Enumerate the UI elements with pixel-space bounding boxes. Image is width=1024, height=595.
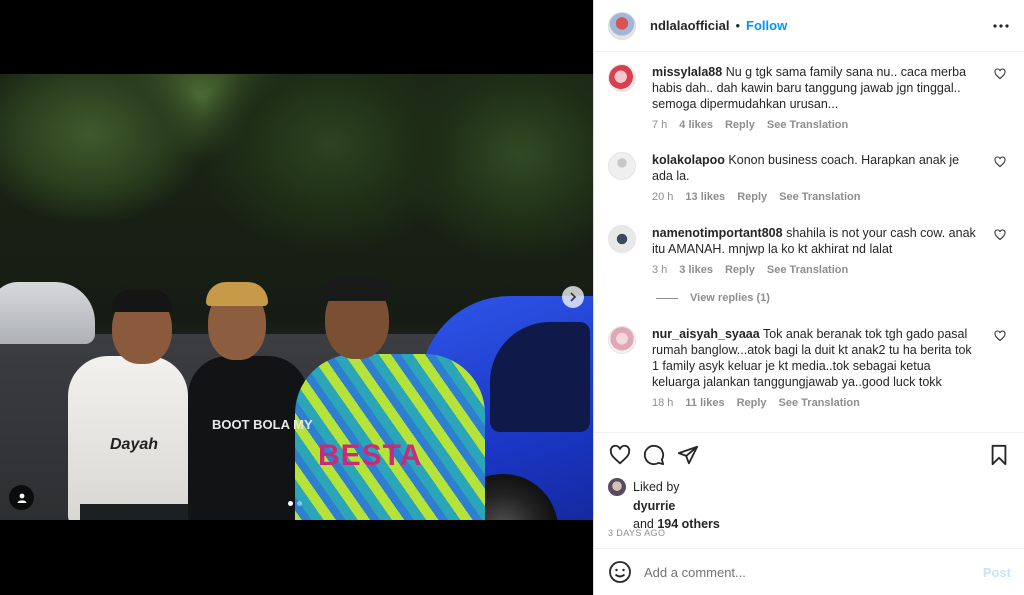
liked-by-label: Liked by (633, 480, 680, 494)
heart-icon[interactable] (994, 68, 1006, 80)
photo-person-1-legs (80, 504, 190, 520)
comment-meta: 7 h 4 likes Reply See Translation (652, 117, 982, 133)
comment-body: missylala88 Nu g tgk sama family sana nu… (652, 64, 982, 133)
liker-avatar[interactable] (608, 478, 626, 496)
comment-translate-button[interactable]: See Translation (767, 117, 848, 133)
comment-body: namenotimportant808 shahila is not your … (652, 225, 982, 278)
post-actions (594, 432, 1024, 477)
user-tags-button[interactable] (9, 485, 34, 510)
comment-time[interactable]: 7 h (652, 117, 667, 133)
post-date[interactable]: 3 DAYS AGO (608, 528, 665, 538)
comment-likes[interactable]: 13 likes (685, 189, 725, 205)
comment-avatar[interactable] (608, 326, 636, 354)
heart-icon[interactable] (994, 330, 1006, 342)
author-username[interactable]: ndlalaofficial (650, 18, 729, 33)
save-button[interactable] (987, 443, 1011, 467)
emoji-icon[interactable] (608, 560, 632, 584)
comment-username[interactable]: kolakolapoo (652, 153, 725, 167)
comment-item: namenotimportant808 shahila is not your … (608, 225, 1014, 278)
comment-icon (643, 444, 665, 466)
carousel-indicator (288, 501, 302, 506)
post-comment-button[interactable]: Post (983, 565, 1011, 580)
post-dialog: BESTA BOOT BOLA MY Dayah ndlalaofficial … (0, 0, 1024, 595)
carousel-dot (297, 501, 302, 506)
comment-time[interactable]: 20 h (652, 189, 673, 205)
like-button[interactable] (608, 443, 632, 467)
heart-icon[interactable] (994, 229, 1006, 241)
post-header: ndlalaofficial • Follow (594, 0, 1024, 52)
comment-translate-button[interactable]: See Translation (767, 262, 848, 278)
comment-translate-button[interactable]: See Translation (779, 395, 860, 411)
comment-reply-button[interactable]: Reply (725, 117, 755, 133)
user-tag-icon (17, 493, 26, 503)
comment-time[interactable]: 3 h (652, 262, 667, 278)
comment-reply-button[interactable]: Reply (737, 395, 767, 411)
shirt-text-kabot: BOOT BOLA MY (212, 417, 313, 432)
add-comment-bar: Post (594, 548, 1024, 595)
comment-translate-button[interactable]: See Translation (779, 189, 860, 205)
follow-button[interactable]: Follow (746, 18, 787, 33)
share-button[interactable] (676, 443, 700, 467)
comment-meta: 18 h 11 likes Reply See Translation (652, 395, 982, 411)
comment-avatar[interactable] (608, 225, 636, 253)
shirt-text-besta: BESTA (318, 439, 423, 472)
comment-meta: 3 h 3 likes Reply See Translation (652, 262, 982, 278)
liker-username[interactable]: dyurrie (633, 499, 675, 513)
comment-body: kolakolapoo Konon business coach. Harapk… (652, 152, 982, 205)
carousel-dot-active (288, 501, 293, 506)
view-replies-line (656, 297, 678, 299)
comment-item: kolakolapoo Konon business coach. Harapk… (608, 152, 1014, 205)
comment-avatar[interactable] (608, 64, 636, 92)
bookmark-icon (991, 444, 1007, 466)
photo-person-3-hair (322, 277, 392, 301)
likes-summary: Liked by dyurrie and 194 others (608, 478, 1008, 532)
share-icon (677, 445, 699, 465)
comment-username[interactable]: nur_aisyah_syaaa (652, 327, 760, 341)
comment-likes[interactable]: 4 likes (679, 117, 713, 133)
shirt-text-dayah: Dayah (110, 436, 159, 453)
comment-username[interactable]: namenotimportant808 (652, 226, 783, 240)
comment-meta: 20 h 13 likes Reply See Translation (652, 189, 982, 205)
post-media: BESTA BOOT BOLA MY Dayah (0, 0, 593, 595)
comment-likes[interactable]: 11 likes (685, 395, 724, 411)
comment-input[interactable] (644, 564, 983, 580)
comment-time[interactable]: 18 h (652, 395, 673, 411)
comment-avatar[interactable] (608, 152, 636, 180)
likes-first-user-line: dyurrie (633, 498, 1008, 514)
heart-icon[interactable] (994, 156, 1006, 168)
heart-icon (609, 444, 631, 465)
photo-person-1-hair (112, 290, 172, 312)
photo-white-car (0, 282, 95, 344)
likes-others-link[interactable]: 194 others (657, 517, 720, 531)
comment-item: missylala88 Nu g tgk sama family sana nu… (608, 64, 1014, 133)
post-photo[interactable]: BESTA BOOT BOLA MY Dayah (0, 74, 593, 520)
comment-reply-button[interactable]: Reply (737, 189, 767, 205)
more-options-button[interactable] (992, 17, 1010, 35)
comment-likes[interactable]: 3 likes (679, 262, 713, 278)
comment-username[interactable]: missylala88 (652, 65, 722, 79)
post-sidebar: ndlalaofficial • Follow missylala88 Nu g… (593, 0, 1024, 595)
photo-person-2 (188, 356, 308, 520)
comments-list[interactable]: missylala88 Nu g tgk sama family sana nu… (594, 52, 1024, 432)
more-icon (993, 23, 1009, 28)
comment-item: nur_aisyah_syaaa Tok anak beranak tok tg… (608, 326, 1014, 411)
comment-body: nur_aisyah_syaaa Tok anak beranak tok tg… (652, 326, 982, 411)
view-replies-button[interactable]: View replies (1) (656, 292, 770, 304)
likes-others-line: and 194 others (633, 516, 1008, 532)
photo-person-3 (295, 354, 485, 520)
comment-reply-button[interactable]: Reply (725, 262, 755, 278)
likes-row: Liked by (608, 478, 1008, 496)
header-separator: • (735, 18, 741, 33)
author-avatar[interactable] (608, 11, 636, 40)
chevron-right-icon (570, 292, 577, 302)
photo-person-2-hair (206, 282, 268, 306)
next-photo-button[interactable] (562, 286, 584, 308)
comment-button[interactable] (642, 443, 666, 467)
view-replies-label: View replies (1) (690, 292, 770, 304)
